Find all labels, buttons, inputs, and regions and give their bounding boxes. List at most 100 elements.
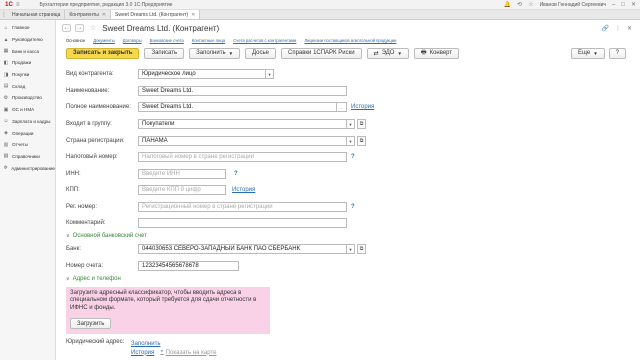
section-tab-main[interactable]: Основное (66, 38, 85, 43)
more-button[interactable]: Еще ▼ (570, 47, 605, 59)
address-group-header[interactable]: ∨ Адрес и телефон (66, 276, 121, 282)
form-header: ← → ☆ Sweet Dreams Ltd. (Контрагент) 🔗 ⋮… (58, 20, 640, 36)
favorite-star-icon[interactable]: ☆ (90, 24, 96, 32)
spark-button[interactable]: Справки 1СПАРК Риски (280, 47, 362, 59)
close-tab-icon[interactable]: ✕ (191, 12, 195, 18)
gear-icon: ✲ (3, 165, 8, 172)
current-user[interactable]: Иванов Геннадий Сергеевич (540, 2, 606, 8)
section-tabs: Основное Документы Договоры Банковские с… (58, 36, 640, 44)
save-button[interactable]: Записать (144, 47, 185, 59)
sidebar-item-reports[interactable]: ▥ Отчеты (0, 139, 55, 151)
close-form-icon[interactable]: ✕ (627, 25, 632, 32)
chevron-down-icon: ▼ (228, 50, 234, 56)
chevron-down-icon[interactable]: ▼ (347, 119, 355, 129)
dossier-button[interactable]: Досье (245, 47, 276, 59)
comment-input[interactable] (138, 218, 347, 228)
help-button[interactable]: ? (608, 47, 626, 59)
open-tabs-bar: ⋮ Начальная страница Контрагенты ✕ Sweet … (0, 10, 640, 20)
load-classifier-button[interactable]: Загрузить (70, 318, 112, 329)
help-icon[interactable]: ? (234, 171, 238, 177)
fullname-history-link[interactable]: История (351, 104, 374, 110)
section-tab-settlement-accounts[interactable]: Счета расчетов с контрагентами (233, 38, 296, 43)
sidebar-item-operations[interactable]: ◈ Операции (0, 127, 55, 139)
minimize-icon[interactable]: – (612, 2, 615, 8)
more-vert-icon[interactable]: ⋮ (615, 25, 621, 32)
sidebar-item-main[interactable]: ⌂ Главное (0, 22, 55, 34)
open-icon[interactable]: ⧉ (357, 136, 366, 146)
form-toolbar: Записать и закрыть Записать Заполнить ▼ Д… (58, 46, 640, 60)
chevron-down-icon[interactable]: ▼ (347, 244, 355, 254)
address-fill-link[interactable]: Заполнить (131, 341, 160, 347)
kpp-row: КПП: Введите КПП 9 цифр История (66, 185, 255, 195)
comment-row: Комментарий: (66, 218, 347, 228)
close-tab-icon[interactable]: ✕ (102, 12, 106, 18)
section-tab-contacts[interactable]: Контактные лица (192, 38, 225, 43)
section-tab-bank-accounts[interactable]: Банковские счета (150, 38, 184, 43)
inn-label: ИНН: (66, 171, 81, 177)
menu-icon[interactable]: ≡ (16, 2, 20, 8)
link-icon[interactable]: 🔗 (601, 25, 608, 32)
bell-icon[interactable]: 🔔 (504, 1, 511, 8)
fullname-input[interactable]: Sweet Dreams Ltd. (138, 102, 337, 112)
envelope-button[interactable]: 🖶 Конверт (413, 47, 460, 59)
kind-select[interactable]: Юридическое лицо (138, 69, 266, 79)
tab-counterparties[interactable]: Контрагенты ✕ (65, 10, 112, 19)
grid-icon[interactable]: ⋮ (0, 10, 8, 19)
close-icon[interactable]: ✕ (631, 1, 636, 8)
bank-select[interactable]: 044030653 СЕВЕРО-ЗАПАДНЫЙ БАНК ПАО СБЕРБ… (138, 244, 347, 254)
chevron-down-icon[interactable]: ▼ (347, 136, 355, 146)
sidebar-item-bank[interactable]: ▦ Банк и касса (0, 45, 55, 57)
section-tab-documents[interactable]: Документы (93, 38, 115, 43)
address-history-link[interactable]: История (131, 350, 154, 356)
bank-label: Банк: (66, 246, 81, 252)
name-label: Наименование: (66, 88, 110, 94)
fill-button[interactable]: Заполнить ▼ (189, 47, 241, 59)
operations-icon: ◈ (4, 130, 8, 137)
show-on-map-link[interactable]: ⌖ Показать на карте (160, 349, 216, 356)
section-tab-contracts[interactable]: Договоры (123, 38, 142, 43)
help-icon[interactable]: ? (351, 204, 355, 210)
kind-label: Вид контрагента: (66, 71, 114, 77)
app-logo-icon: 1C (5, 1, 13, 8)
sidebar-item-admin[interactable]: ✲ Администрирование (0, 162, 55, 174)
account-label: Номер счета: (66, 263, 104, 269)
group-select[interactable]: Покупатели (138, 119, 347, 129)
people-icon: ☺ (3, 118, 9, 125)
sidebar-item-assets[interactable]: ▣ ОС и НМА (0, 104, 55, 116)
tab-home[interactable]: Начальная страница (8, 10, 66, 19)
sidebar-item-production[interactable]: ⚙ Производство (0, 92, 55, 104)
forward-button[interactable]: → (75, 24, 84, 32)
save-and-close-button[interactable]: Записать и закрыть (66, 47, 140, 59)
help-icon[interactable]: ? (351, 154, 355, 160)
history-icon[interactable]: ⟲ (517, 1, 522, 8)
sidebar-item-warehouse[interactable]: ▤ Склад (0, 80, 55, 92)
bank-group-header[interactable]: ∨ Основной банковский счет (66, 233, 147, 239)
account-input[interactable]: 12323454565678678 (138, 261, 239, 271)
edo-button[interactable]: ⇄ ЭДО ▼ (366, 47, 409, 59)
back-button[interactable]: ← (62, 24, 71, 32)
sidebar-item-salary[interactable]: ☺ Зарплата и кадры (0, 116, 55, 128)
sidebar-item-sales[interactable]: ◧ Продажи (0, 57, 55, 69)
kpp-input[interactable]: Введите КПП 9 цифр (138, 185, 226, 195)
country-select[interactable]: ПАНАМА (138, 136, 347, 146)
open-icon[interactable]: ⧉ (357, 244, 366, 254)
regnum-input[interactable]: Регистрационный номер в стране регистрац… (138, 202, 347, 212)
bank-group-title: Основной банковский счет (72, 233, 147, 239)
chevron-down-icon: ▼ (397, 50, 402, 56)
star-icon[interactable]: ☆ (528, 1, 533, 8)
chevron-down-icon[interactable]: ▼ (266, 69, 274, 79)
tab-counterparty-form[interactable]: Sweet Dreams Ltd. (Контрагент) ✕ (111, 10, 201, 19)
inn-input[interactable]: Введите ИНН (138, 169, 226, 179)
kpp-history-link[interactable]: История (232, 187, 255, 193)
maximize-icon[interactable]: □ (621, 2, 625, 8)
name-input[interactable]: Sweet Dreams Ltd. (138, 86, 347, 96)
sidebar-item-purchases[interactable]: ◨ Покупки (0, 69, 55, 81)
taxnum-input[interactable]: Налоговый номер в стране регистрации (138, 152, 347, 162)
open-icon[interactable]: ⧉ (357, 119, 366, 129)
country-label: Страна регистрации: (66, 138, 125, 144)
kind-row: Вид контрагента: Юридическое лицо ▼ (66, 69, 274, 79)
sidebar-item-director[interactable]: ▲ Руководителю (0, 34, 55, 46)
section-tab-alcohol-licenses[interactable]: Лицензии поставщиков алкогольной продукц… (304, 38, 396, 43)
sidebar-item-catalogs[interactable]: ▧ Справочники (0, 151, 55, 163)
ellipsis-icon[interactable]: … (337, 102, 347, 112)
